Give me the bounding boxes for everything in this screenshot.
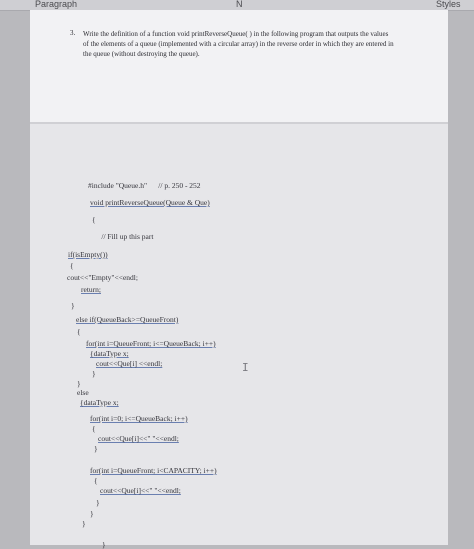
code-line: { — [92, 424, 96, 433]
code-line: return; — [81, 285, 101, 294]
code-line: for(int i=0; i<=QueueBack; i++) — [90, 414, 188, 423]
document-page[interactable]: 3. Write the definition of a function vo… — [30, 10, 448, 549]
code-line: {dataType x; — [90, 349, 129, 358]
code-line: {dataType x; — [80, 398, 119, 407]
code-line: } — [77, 379, 81, 388]
code-line: { — [92, 215, 96, 224]
question-number: 3. — [70, 29, 76, 37]
ribbon-no-spacing-label[interactable]: N — [236, 0, 243, 9]
code-line: cout<<Que[i] <<endl; — [96, 359, 163, 368]
question-text: Write the definition of a function void … — [83, 30, 394, 58]
ribbon-paragraph-label[interactable]: Paragraph — [35, 0, 77, 9]
code-line: #include "Queue.h" // p. 250 - 252 — [88, 181, 201, 190]
code-line: } — [92, 369, 96, 378]
code-line: else — [77, 388, 89, 397]
code-line: { — [77, 327, 81, 336]
text-cursor-icon: I — [242, 361, 249, 374]
code-line: // Fill up this part — [92, 232, 154, 241]
code-line: } — [71, 301, 75, 310]
code-line: cout<<"Empty"<<endl; — [67, 273, 138, 282]
code-line: } — [90, 509, 94, 518]
code-line: cout<<Que[i]<<" "<<endl; — [100, 486, 181, 495]
code-line: for(int i=QueueFront; i<CAPACITY; i++) — [90, 466, 217, 475]
code-line: { — [70, 261, 74, 270]
code-line: void printReverseQueue(Queue & Que) — [90, 198, 210, 207]
code-line: if(isEmpty()) — [68, 250, 108, 259]
code-line: } — [96, 498, 100, 507]
code-line: { — [94, 476, 98, 485]
code-line: } — [94, 444, 98, 453]
code-line: } — [82, 519, 86, 528]
code-line: cout<<Que[i]<<" "<<endl; — [98, 434, 179, 443]
ribbon-styles-label[interactable]: Styles — [436, 0, 461, 9]
code-line: for(int i=QueueFront; i<=QueueBack; i++) — [86, 339, 216, 348]
code-line: else if(QueueBack>=QueueFront) — [76, 315, 179, 324]
question-area: 3. Write the definition of a function vo… — [30, 10, 448, 122]
